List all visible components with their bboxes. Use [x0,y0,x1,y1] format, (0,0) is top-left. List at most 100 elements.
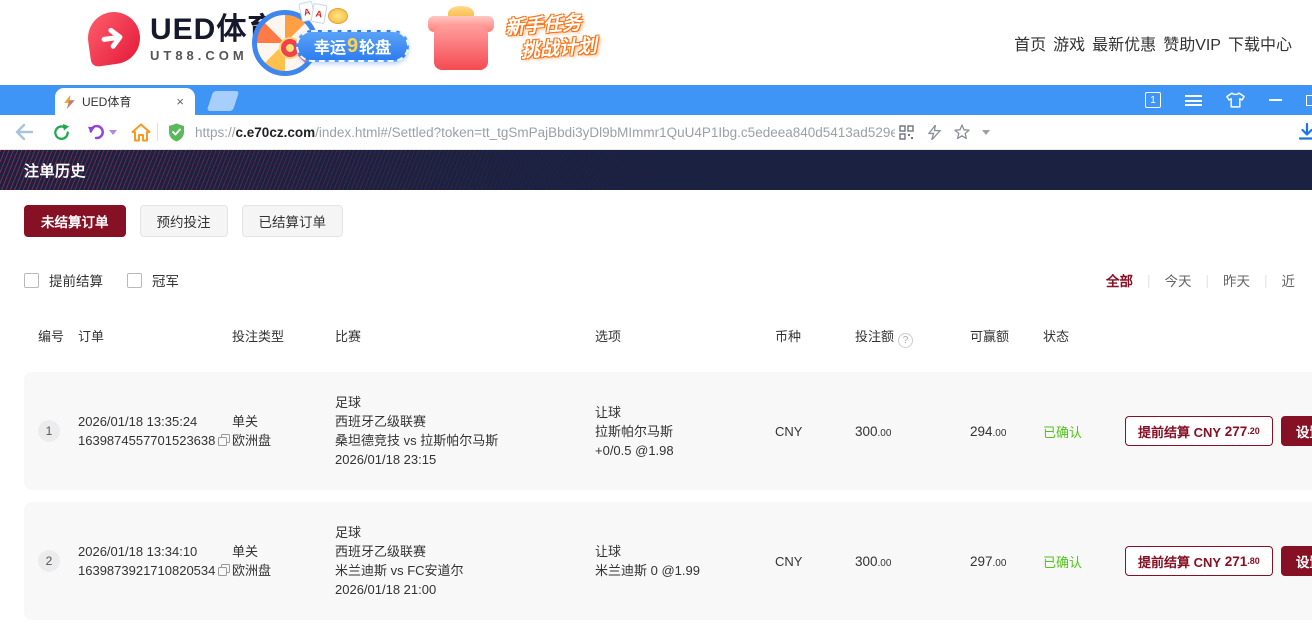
skin-tshirt-icon[interactable] [1226,92,1245,108]
header-bet-amount: 投注额? [855,326,970,348]
pill-number: 9 [347,35,358,58]
settings-button[interactable]: 设置 [1281,546,1312,576]
order-id: 1639874557701523638 [78,433,215,448]
selection-odds: +0/0.5 @1.98 [595,441,775,460]
selection-pick: 米兰迪斯 0 @1.99 [595,561,775,580]
early-settle-checkbox[interactable] [24,273,39,288]
refresh-button[interactable] [52,123,71,142]
site-safety-shield-icon[interactable] [168,123,185,142]
nav-vip[interactable]: 赞助VIP [1163,31,1221,55]
tab-count-button[interactable]: 1 [1145,92,1161,108]
status-badge: 已确认 [1043,425,1082,440]
copy-icon[interactable] [218,562,230,581]
tab-close-icon[interactable]: × [173,94,187,109]
page-content: 未结算订单 预约投注 已结算订单 提前结算 冠军 全部 | 今天 | 昨天 | … [0,190,1312,629]
toolbar-divider [157,123,158,141]
logo-arrow-icon [85,9,144,68]
qr-code-icon[interactable] [899,125,914,140]
selection-cell: 让球 米兰迪斯 0 @1.99 [595,542,775,580]
header-bet-type: 投注类型 [232,326,335,348]
browser-tabstrip: UED体育 × 1 [0,85,1312,115]
match-teams: 桑坦德竞技 vs 拉斯帕尔马斯 [335,431,595,450]
order-time: 2026/01/18 13:35:24 [78,412,232,431]
tab-unsettled-orders[interactable]: 未结算订单 [24,205,126,237]
undo-dropdown-caret-icon[interactable] [109,130,117,135]
currency-cell: CNY [775,424,855,439]
order-id: 1639873921710820534 [78,563,215,578]
window-controls: 1 [1145,85,1312,115]
row-index-badge: 1 [38,420,60,442]
date-filters: 全部 | 今天 | 昨天 | 近 [1106,270,1295,290]
match-cell: 足球 西班牙乙级联赛 桑坦德竞技 vs 拉斯帕尔马斯 2026/01/18 23… [335,393,595,469]
match-teams: 米兰迪斯 vs FC安道尔 [335,561,595,580]
filter-divider: | [1147,273,1151,288]
browser-tab[interactable]: UED体育 × [55,88,195,115]
nav-games[interactable]: 游戏 [1053,31,1085,55]
maximize-button[interactable] [1306,95,1312,106]
url-path: /index.html#/Settled?token=tt_tgSmPajBbd… [315,125,895,140]
copy-icon[interactable] [218,432,230,451]
date-filter-today[interactable]: 今天 [1165,270,1192,290]
match-cell: 足球 西班牙乙级联赛 米兰迪斯 vs FC安道尔 2026/01/18 21:0… [335,523,595,599]
download-icon[interactable] [1298,123,1312,141]
nav-download[interactable]: 下载中心 [1228,31,1292,55]
minimize-button[interactable] [1269,99,1282,101]
filter-divider: | [1206,273,1210,288]
url-actions-caret-icon[interactable] [982,130,990,135]
currency-cell: CNY [775,554,855,569]
cashout-button[interactable]: 提前结算 CNY 277.20 [1125,416,1273,446]
promo-gift-banner[interactable]: 新手任务 挑战计划 [420,0,620,85]
undo-button[interactable] [87,123,117,141]
home-button[interactable] [131,123,151,142]
browser-menu-icon[interactable] [1185,95,1202,106]
date-filter-recent[interactable]: 近 [1282,270,1296,290]
match-sport: 足球 [335,523,595,542]
nav-promotions[interactable]: 最新优惠 [1092,31,1156,55]
bet-amount-cell: 300.00 [855,424,970,439]
screen: UED体育 UT88.COM A A 幸运9轮盘 新手任务 挑战计划 首页 游戏 [0,0,1312,629]
odds-format: 欧洲盘 [232,431,335,450]
table-header-row: 编号 订单 投注类型 比赛 选项 币种 投注额? 可赢额 状态 [24,326,1312,348]
winnable-cell: 297.00 [970,554,1043,569]
filter-checkbox-row: 提前结算 冠军 [24,270,193,290]
tab-settled-orders[interactable]: 已结算订单 [242,205,344,237]
promo-roulette-banner[interactable]: A A 幸运9轮盘 [252,2,432,82]
champion-label: 冠军 [152,270,179,290]
site-logo[interactable]: UED体育 UT88.COM [88,12,278,64]
selection-market: 让球 [595,403,775,422]
bet-type-cell: 单关 欧洲盘 [232,542,335,580]
date-filter-all[interactable]: 全部 [1106,270,1133,290]
match-league: 西班牙乙级联赛 [335,412,595,431]
settings-button[interactable]: 设置 [1281,416,1312,446]
date-filter-yesterday[interactable]: 昨天 [1223,270,1250,290]
selection-pick: 拉斯帕尔马斯 [595,422,775,441]
gift-promo-text: 新手任务 挑战计划 [504,11,597,65]
bet-amount-help-icon[interactable]: ? [898,333,913,348]
header-order: 订单 [78,326,232,348]
back-button[interactable] [14,123,34,141]
url-bar[interactable]: https://c.e70cz.com/index.html#/Settled?… [195,125,895,140]
match-sport: 足球 [335,393,595,412]
coin-icon [328,8,348,24]
order-time: 2026/01/18 13:34:10 [78,542,232,561]
order-id-line: 1639873921710820534 [78,561,232,581]
header-currency: 币种 [775,326,855,348]
extensions-lightning-icon[interactable] [928,125,941,140]
cashout-button[interactable]: 提前结算 CNY 271.80 [1125,546,1273,576]
match-time: 2026/01/18 21:00 [335,580,595,599]
top-nav: 首页 游戏 最新优惠 赞助VIP 下载中心 [1014,0,1292,85]
site-header: UED体育 UT88.COM A A 幸运9轮盘 新手任务 挑战计划 首页 游戏 [0,0,1312,85]
new-tab-button[interactable] [207,91,239,111]
tab-favicon-lightning-icon [63,95,76,109]
gift-box-icon [434,26,488,70]
header-status: 状态 [1043,326,1125,348]
selection-market: 让球 [595,542,775,561]
winnable-cell: 294.00 [970,424,1043,439]
nav-home[interactable]: 首页 [1014,31,1046,55]
roulette-promo-pill[interactable]: 幸运9轮盘 [296,30,409,62]
pill-text-post: 轮盘 [359,34,391,58]
tab-reserved-bets[interactable]: 预约投注 [140,205,228,237]
favorite-star-icon[interactable] [954,124,970,140]
champion-checkbox[interactable] [127,273,142,288]
order-id-line: 1639874557701523638 [78,431,232,451]
